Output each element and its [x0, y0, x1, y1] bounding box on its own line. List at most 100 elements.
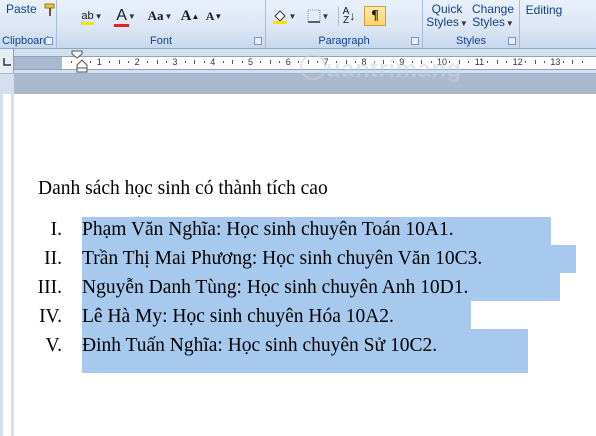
ruler-tick [90, 61, 92, 63]
ruler-tick [194, 60, 196, 64]
ribbon: Paste Clipboard ab ▼ A ▼ Aa ▼ A ▲ A ▼ Fo… [0, 0, 596, 49]
left-tab-icon [3, 58, 11, 66]
chevron-down-icon: ▼ [164, 11, 173, 21]
editing-group: Editing [520, 0, 568, 48]
ruler-tick [109, 61, 111, 63]
format-painter-icon[interactable] [42, 2, 58, 18]
ruler-tick [118, 60, 120, 64]
ruler-tick [534, 60, 536, 64]
ruler-number: 3 [172, 57, 178, 67]
text-highlight-button[interactable]: ab ▼ [79, 6, 105, 26]
paragraph-group-label: Paragraph [318, 35, 370, 47]
shading-bucket-icon [272, 10, 287, 24]
change-styles-label-2: Styles [472, 14, 505, 29]
styles-group-label: Styles [456, 35, 486, 47]
font-color-button[interactable]: A ▼ [113, 6, 139, 27]
sort-button[interactable]: A Z ↓ [338, 6, 360, 26]
list-number: IV. [39, 306, 62, 327]
list-item[interactable]: Lê Hà My: Học sinh chuyên Hóa 10A2. [82, 306, 394, 328]
list-number: II. [44, 248, 62, 269]
list-number: III. [37, 277, 62, 298]
grow-font-icon: A [180, 7, 192, 24]
ruler-number: 12 [512, 57, 523, 67]
ruler-tick [128, 61, 130, 63]
tab-selector[interactable] [0, 49, 14, 73]
paragraph-group: ▼ ▼ A Z ↓ ¶ Paragraph [266, 0, 423, 48]
list-number: V. [45, 335, 62, 356]
styles-dialog-launcher-icon[interactable] [508, 37, 516, 45]
list-item[interactable]: Phạm Văn Nghĩa: Học sinh chuyên Toán 10A… [82, 219, 454, 241]
show-formatting-button[interactable]: ¶ [364, 6, 386, 26]
borders-button[interactable]: ▼ [304, 6, 332, 26]
shrink-font-button[interactable]: A ▼ [203, 6, 225, 26]
change-case-button[interactable]: Aa ▼ [145, 6, 175, 26]
ruler-tick [260, 61, 262, 63]
shrink-font-icon: A [205, 8, 215, 23]
ruler-tick [581, 61, 583, 63]
ruler-tick [156, 60, 158, 64]
ruler-tick [241, 61, 243, 63]
ruler-tick [506, 61, 508, 63]
ruler-tick [572, 60, 574, 64]
ruler-tick [222, 61, 224, 63]
list-item[interactable]: Nguyễn Danh Tùng: Học sinh chuyên Anh 10… [82, 277, 468, 299]
ruler-tick [184, 61, 186, 63]
ruler-tick [232, 60, 234, 64]
font-color-icon: A [116, 7, 127, 24]
ruler-tick [165, 61, 167, 63]
ruler-tick [147, 61, 149, 63]
quick-styles-button[interactable]: Quick Styles▼ [425, 2, 469, 30]
editing-label: Editing [525, 3, 563, 17]
ruler-number: 5 [248, 57, 254, 67]
chevron-down-icon: ▼ [94, 11, 103, 21]
list-number: I. [50, 219, 62, 240]
ruler-number: 11 [474, 57, 485, 67]
ruler-tick [562, 61, 564, 63]
highlight-icon: ab [81, 10, 94, 22]
hanging-indent-marker[interactable] [76, 59, 88, 73]
ruler-tick [468, 61, 470, 63]
ruler-tick [203, 61, 205, 63]
ruler-tick [543, 61, 545, 63]
borders-icon [307, 9, 321, 23]
ruler-tick [487, 61, 489, 63]
quick-styles-label-2: Styles [426, 14, 459, 29]
sort-az-icon: AZ [342, 6, 350, 26]
ruler-number: 1 [96, 57, 102, 67]
list-item[interactable]: Đinh Tuấn Nghĩa: Học sinh chuyên Sử 10C2… [82, 335, 437, 357]
ruler-tick [279, 61, 281, 63]
styles-group: Quick Styles▼ Change Styles▼ Styles [423, 0, 520, 48]
paste-button[interactable]: Paste [2, 0, 42, 18]
ruler-tick [269, 60, 271, 64]
change-styles-button[interactable]: Change Styles▼ [469, 2, 517, 30]
font-group: ab ▼ A ▼ Aa ▼ A ▲ A ▼ Font [57, 0, 266, 48]
ruler-margin-left [14, 56, 62, 70]
ruler-tick [298, 61, 300, 63]
font-group-label: Font [149, 35, 172, 47]
grow-font-button[interactable]: A ▲ [179, 6, 201, 26]
chevron-down-icon: ▼ [505, 18, 514, 28]
shading-button[interactable]: ▼ [270, 6, 298, 26]
paragraph-dialog-launcher-icon[interactable] [411, 37, 419, 45]
ruler-number: 13 [550, 57, 561, 67]
paste-label: Paste [6, 2, 37, 16]
watermark: uantrimang [326, 56, 462, 83]
pilcrow-icon: ¶ [371, 8, 379, 23]
font-dialog-launcher-icon[interactable] [254, 37, 262, 45]
chevron-down-icon: ▼ [459, 18, 468, 28]
ruler-number: 2 [134, 57, 140, 67]
chevron-down-icon: ▼ [127, 11, 136, 21]
chevron-down-icon: ▼ [321, 11, 330, 21]
clipboard-dialog-launcher-icon[interactable] [45, 37, 53, 45]
list-item[interactable]: Trần Thị Mai Phương: Học sinh chuyên Văn… [82, 248, 482, 270]
ruler-number: 6 [285, 57, 291, 67]
watermark-logo-icon [300, 54, 326, 80]
editing-button[interactable]: Editing [522, 2, 566, 18]
ruler-tick [496, 60, 498, 64]
ruler-number: 4 [210, 57, 216, 67]
ruler-tick [525, 61, 527, 63]
clipboard-group: Paste Clipboard [0, 0, 57, 48]
document-heading[interactable]: Danh sách học sinh có thành tích cao [38, 178, 328, 200]
chevron-down-icon: ▼ [288, 11, 297, 21]
change-case-icon: Aa [147, 8, 164, 23]
